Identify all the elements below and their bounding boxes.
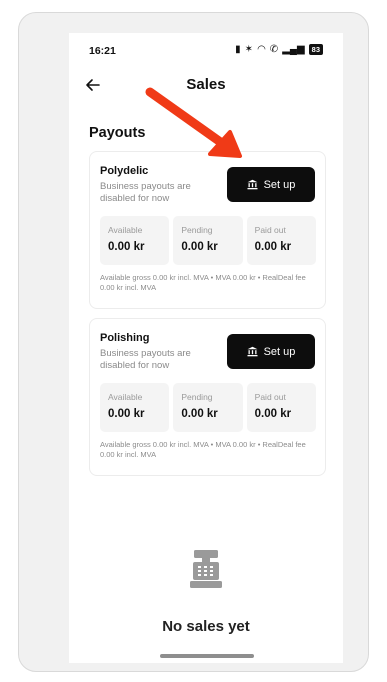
- payouts-section-title: Payouts: [89, 125, 146, 141]
- stat-available: Available 0.00 kr: [100, 383, 170, 432]
- wifi-icon: ◠: [257, 44, 266, 55]
- annotation-arrow-icon: [145, 87, 242, 158]
- vibrate-icon: ▮: [235, 44, 241, 55]
- status-bar: 16:21 ▮ ✶ ◠ ✆ ▂▄▆ 83: [69, 41, 343, 59]
- payout-stats: Available 0.00 kr Pending 0.00 kr Paid o…: [100, 383, 316, 432]
- payout-footnote: Available gross 0.00 kr incl. MVA • MVA …: [100, 273, 306, 292]
- empty-state-title: No sales yet: [162, 618, 250, 635]
- stat-label: Paid out: [254, 225, 286, 235]
- stat-label: Pending: [181, 225, 213, 235]
- setup-payouts-button[interactable]: Set up: [227, 167, 315, 202]
- stat-label: Paid out: [254, 392, 286, 402]
- store-description: Business payouts are disabled for now: [100, 181, 191, 204]
- home-indicator[interactable]: [160, 654, 254, 658]
- setup-button-label: Set up: [263, 178, 296, 191]
- payout-card-polydelic: Polydelic Business payouts are disabled …: [89, 151, 326, 309]
- stat-value: 0.00 kr: [181, 408, 218, 420]
- stat-pending: Pending 0.00 kr: [173, 383, 243, 432]
- stat-paid-out: Paid out 0.00 kr: [246, 216, 316, 265]
- status-icons: ▮ ✶ ◠ ✆ ▂▄▆ 83: [235, 44, 323, 55]
- stat-label: Available: [108, 392, 143, 402]
- store-name: Polydelic: [100, 165, 149, 177]
- stat-pending: Pending 0.00 kr: [173, 216, 243, 265]
- bluetooth-icon: ✶: [244, 44, 254, 55]
- payout-stats: Available 0.00 kr Pending 0.00 kr Paid o…: [100, 216, 316, 265]
- cash-register-icon: [190, 550, 222, 588]
- stat-paid-out: Paid out 0.00 kr: [246, 383, 316, 432]
- store-name: Polishing: [100, 332, 150, 344]
- bank-icon: [247, 179, 258, 190]
- stat-value: 0.00 kr: [254, 408, 292, 420]
- setup-button-label: Set up: [263, 345, 296, 358]
- signal-icon: ▂▄▆: [282, 44, 305, 55]
- stat-label: Available: [108, 225, 143, 235]
- battery-icon: 83: [308, 44, 323, 55]
- stat-label: Pending: [181, 392, 213, 402]
- stat-value: 0.00 kr: [254, 241, 292, 253]
- payout-footnote: Available gross 0.00 kr incl. MVA • MVA …: [100, 440, 306, 459]
- stat-value: 0.00 kr: [181, 241, 218, 253]
- stat-value: 0.00 kr: [108, 408, 145, 420]
- stat-available: Available 0.00 kr: [100, 216, 170, 265]
- status-time: 16:21: [89, 45, 116, 57]
- store-description: Business payouts are disabled for now: [100, 348, 191, 371]
- setup-payouts-button[interactable]: Set up: [227, 334, 315, 369]
- call-icon: ✆: [269, 44, 279, 55]
- bank-icon: [247, 346, 258, 357]
- payout-card-polishing: Polishing Business payouts are disabled …: [89, 318, 326, 476]
- stat-value: 0.00 kr: [108, 241, 145, 253]
